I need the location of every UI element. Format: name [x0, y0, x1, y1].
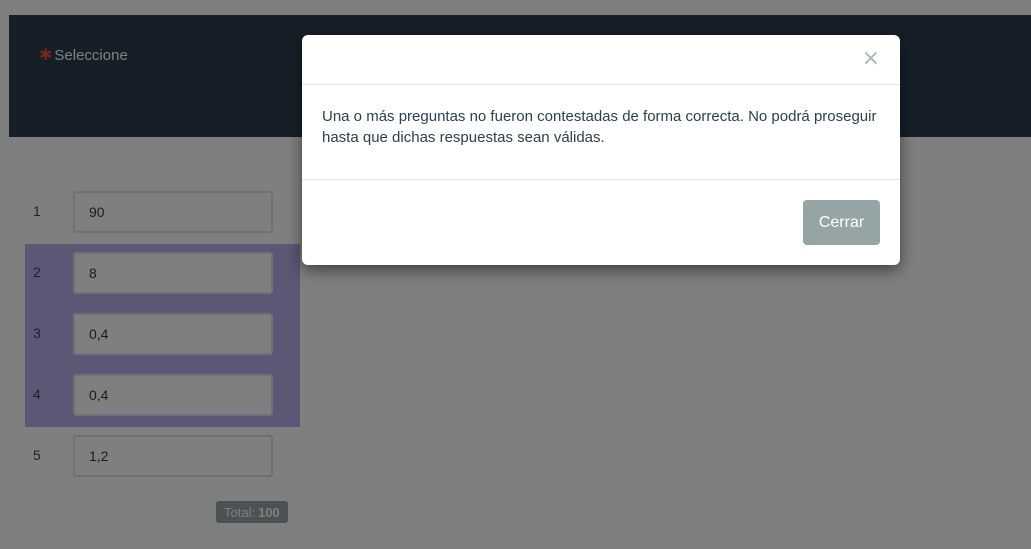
validation-error-modal: × Una o más preguntas no fueron contesta… [302, 35, 900, 265]
close-button[interactable]: Cerrar [803, 200, 880, 245]
modal-footer: Cerrar [302, 179, 900, 265]
close-icon[interactable]: × [856, 47, 886, 71]
modal-message: Una o más preguntas no fueron contestada… [322, 108, 877, 146]
modal-header: × [302, 35, 900, 85]
page: ✱ Seleccione 1 2 3 4 5 Total: 100 × Una … [0, 0, 1031, 549]
